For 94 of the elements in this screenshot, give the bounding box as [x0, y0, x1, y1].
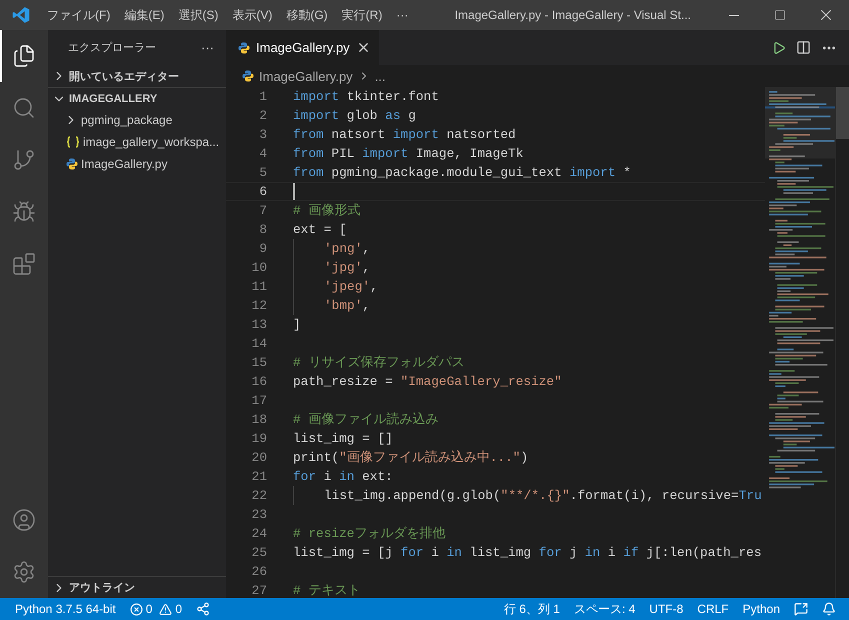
vscode-logo-icon: [12, 6, 30, 24]
line-number: 9: [258, 241, 267, 256]
code-line: 'jpg',: [324, 259, 370, 277]
code-line: # リサイズ保存フォルダパス: [293, 354, 464, 372]
more-menu[interactable]: ···: [389, 8, 416, 22]
line-number: 20: [250, 450, 267, 465]
line-number: 27: [250, 583, 267, 598]
warning-count: 0: [175, 602, 182, 616]
line-number: 11: [250, 279, 267, 294]
section-title: IMAGEGALLERY: [69, 92, 158, 104]
status-item[interactable]: Python 3.7.5 64-bit: [8, 602, 123, 616]
item-label: ImageGallery.py: [81, 157, 168, 171]
split-editor-icon[interactable]: [796, 40, 811, 55]
code-line: path_resize = "ImageGallery_resize": [293, 373, 562, 391]
python-file-icon: [242, 70, 254, 82]
line-number: 10: [250, 260, 267, 275]
python-file-icon: [66, 158, 78, 170]
maximize-icon: [774, 9, 786, 21]
code-line: list_img = [j for i in list_img for j in i if j[:len(path_res: [293, 544, 762, 562]
line-number: 12: [250, 298, 267, 313]
code-line: ext = [: [293, 221, 347, 239]
menu-item[interactable]: 実行(R): [334, 6, 390, 24]
braces-icon: [66, 136, 80, 148]
code-line: # 画像形式: [293, 202, 360, 220]
code-line: # resizeフォルダを排他: [293, 525, 446, 543]
line-number: 7: [258, 203, 267, 218]
code-line: import tkinter.font: [293, 88, 439, 106]
menu-item[interactable]: 選択(S): [171, 6, 226, 24]
code-line: print("画像ファイル読み込み中..."): [293, 449, 528, 467]
editor-tab[interactable]: ImageGallery.py: [226, 30, 379, 65]
line-number: 25: [250, 545, 267, 560]
problems-status[interactable]: 0 0: [122, 602, 190, 616]
code-line: list_img.append(g.glob("**/*.{}".format(i), recursive=Tru: [324, 487, 762, 505]
minimize-icon: [729, 14, 739, 16]
line-number: 22: [250, 488, 267, 503]
status-item[interactable]: Python: [736, 602, 787, 616]
code-line: # テキスト: [293, 582, 360, 598]
section-header[interactable]: 開いているエディター: [48, 65, 226, 87]
code-line: # 画像ファイル読み込み: [293, 411, 438, 429]
error-count: 0: [146, 602, 152, 616]
breadcrumb-item[interactable]: ...: [374, 68, 386, 84]
line-number: 13: [250, 317, 267, 332]
menu-item[interactable]: 編集(E): [117, 6, 172, 24]
code-line: from pgming_package.module_gui_text import *: [293, 164, 631, 182]
python-file-icon: [238, 42, 250, 54]
line-number: 26: [250, 564, 267, 579]
code-line: list_img = []: [293, 430, 393, 448]
line-number: 3: [258, 127, 267, 142]
code-line: for i in ext:: [293, 468, 393, 486]
status-item[interactable]: CRLF: [690, 602, 736, 616]
line-number: 4: [258, 146, 267, 161]
file-item[interactable]: ImageGallery.py: [48, 153, 226, 175]
file-item[interactable]: image_gallery_workspa...: [48, 131, 226, 153]
code-line: 'jpeg',: [324, 278, 378, 296]
item-label: image_gallery_workspa...: [83, 135, 220, 149]
line-number: 24: [250, 526, 267, 541]
line-number: 16: [250, 374, 267, 389]
folder-item[interactable]: pgming_package: [48, 109, 226, 131]
line-number: 21: [250, 469, 267, 484]
menu-item[interactable]: 表示(V): [225, 6, 280, 24]
status-item[interactable]: スペース: 4: [566, 600, 642, 618]
text-cursor: [293, 183, 295, 200]
code-line: from natsort import natsorted: [293, 126, 516, 144]
code-line: ]: [293, 316, 301, 334]
line-number: 6: [258, 184, 267, 199]
breadcrumb-item[interactable]: ImageGallery.py: [259, 68, 353, 84]
line-number: 23: [250, 507, 267, 522]
more-button[interactable]: ···: [201, 40, 214, 55]
status-item[interactable]: UTF-8: [642, 602, 690, 616]
line-number: 2: [258, 108, 267, 123]
line-number: 19: [250, 431, 267, 446]
line-number: 14: [250, 336, 267, 351]
code-line: import glob as g: [293, 107, 416, 125]
item-label: pgming_package: [81, 113, 172, 127]
status-item[interactable]: 行 6、列 1: [496, 600, 567, 618]
menu-item[interactable]: 移動(G): [279, 6, 335, 24]
line-number: 1: [258, 89, 267, 104]
scrollbar-thumb[interactable]: [836, 87, 849, 139]
section-title: アウトライン: [69, 581, 135, 595]
code-line: from PIL import Image, ImageTk: [293, 145, 524, 163]
window-title: ImageGallery.py - ImageGallery - Visual St...: [454, 8, 692, 22]
line-number: 18: [250, 412, 267, 427]
line-number: 15: [250, 355, 267, 370]
line-number: 5: [258, 165, 267, 180]
sidebar-title: エクスプローラー: [68, 40, 156, 55]
section-title: 開いているエディター: [69, 70, 179, 84]
line-number: 8: [258, 222, 267, 237]
error-icon: [130, 602, 143, 616]
warning-icon: [159, 602, 172, 616]
menu-item[interactable]: ファイル(F): [40, 6, 118, 24]
code-line: 'png',: [324, 240, 370, 258]
line-number: 17: [250, 393, 267, 408]
code-line: 'bmp',: [324, 297, 370, 315]
run-icon[interactable]: [772, 40, 786, 54]
